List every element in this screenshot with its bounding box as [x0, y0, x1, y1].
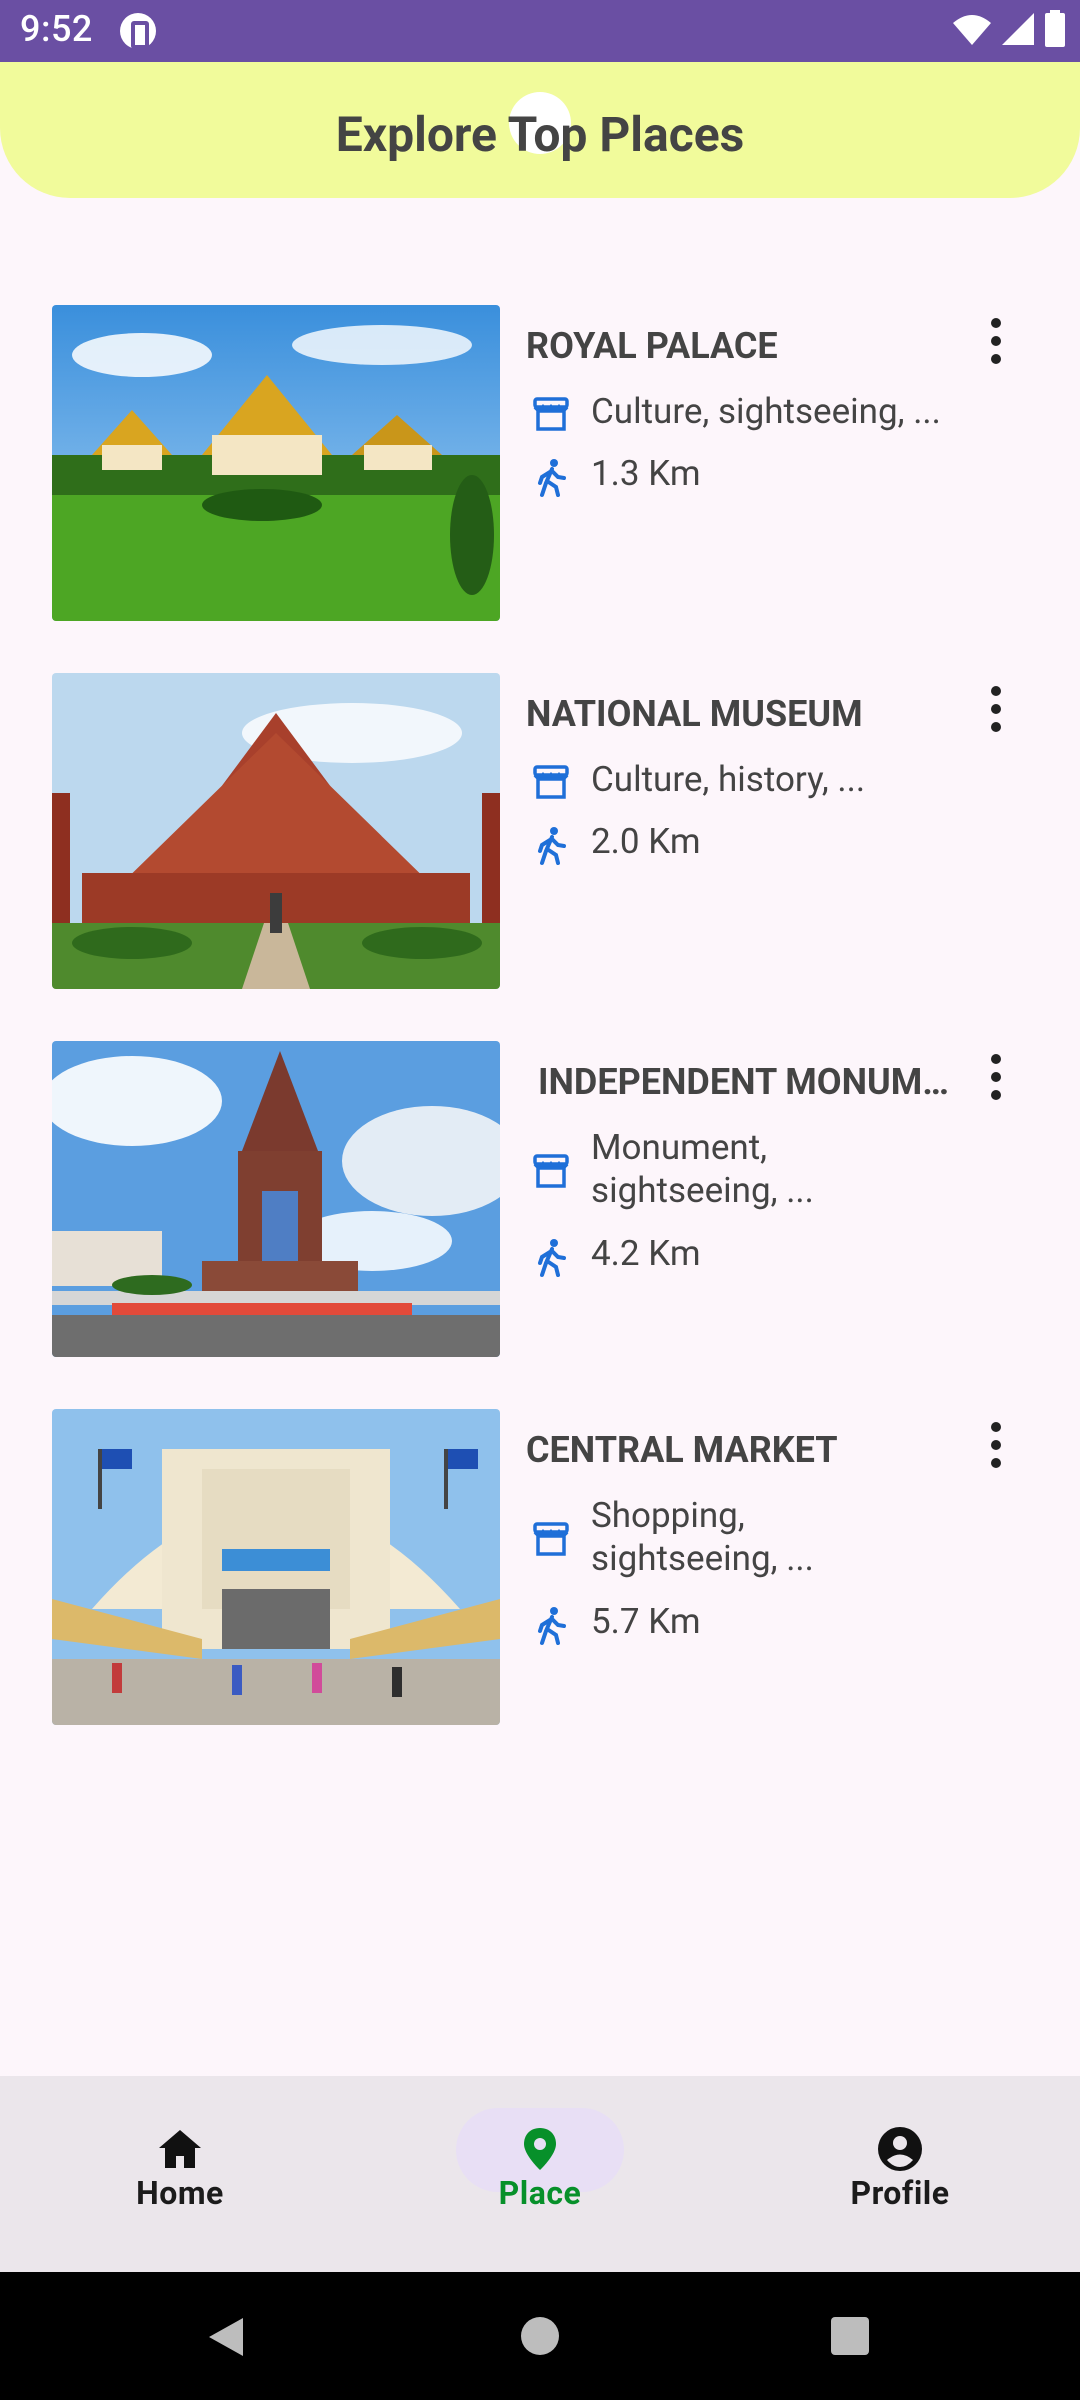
account-circle-icon	[878, 2127, 922, 2171]
place-distance: 1.3 Km	[591, 453, 701, 494]
walking-icon	[538, 1607, 566, 1645]
more-options-icon[interactable]	[980, 1049, 1012, 1105]
bottom-navigation: Home Place Profile	[0, 2076, 1080, 2272]
store-icon	[533, 765, 569, 799]
status-time: 9:52	[20, 8, 93, 50]
central-market-photo[interactable]	[52, 1409, 500, 1725]
store-icon	[533, 397, 569, 431]
recents-button[interactable]	[830, 2316, 870, 2356]
location-pin-icon	[524, 2128, 556, 2170]
place-card[interactable]: CENTRAL MARKET Shopping, sightseeing, ..…	[0, 1409, 1080, 1729]
system-navigation-bar	[0, 2272, 1080, 2400]
walking-icon	[538, 459, 566, 497]
nav-item-profile[interactable]: Profile	[720, 2076, 1080, 2272]
status-icons	[952, 10, 1066, 48]
place-distance: 5.7 Km	[591, 1601, 701, 1642]
place-name: NATIONAL MUSEUM	[526, 693, 863, 735]
store-icon	[533, 1154, 569, 1188]
place-name: CENTRAL MARKET	[526, 1429, 838, 1471]
more-options-icon[interactable]	[980, 681, 1012, 737]
place-distance: 2.0 Km	[591, 821, 701, 862]
store-icon	[533, 1522, 569, 1556]
place-card[interactable]: NATIONAL MUSEUM Culture, history, ... 2.…	[0, 673, 1080, 993]
nav-item-home[interactable]: Home	[0, 2076, 360, 2272]
royal-palace-photo[interactable]	[52, 305, 500, 621]
national-museum-photo[interactable]	[52, 673, 500, 989]
place-distance: 4.2 Km	[591, 1233, 701, 1274]
wifi-icon	[953, 15, 991, 45]
nav-item-place[interactable]: Place	[360, 2076, 720, 2272]
app-badge-icon	[120, 13, 156, 49]
home-icon	[159, 2130, 201, 2168]
home-button[interactable]	[520, 2316, 560, 2356]
walking-icon	[538, 827, 566, 865]
status-bar: 9:52	[0, 0, 1080, 62]
place-card[interactable]: ROYAL PALACE Culture, sightseeing, ... 1…	[0, 305, 1080, 625]
nav-label-home: Home	[136, 2174, 224, 2212]
more-options-icon[interactable]	[980, 1417, 1012, 1473]
place-tags: Shopping, sightseeing, ...	[591, 1495, 814, 1579]
place-name: ROYAL PALACE	[526, 325, 778, 367]
place-tags: Culture, history, ...	[591, 759, 866, 800]
back-button[interactable]	[205, 2316, 245, 2358]
walking-icon	[538, 1239, 566, 1277]
app-root: 9:52 Explore Top Places ROYAL PALACE Cul…	[0, 0, 1080, 2400]
app-header: Explore Top Places	[0, 62, 1080, 198]
more-options-icon[interactable]	[980, 313, 1012, 369]
nav-label-profile: Profile	[850, 2174, 950, 2212]
place-card[interactable]: INDEPENDENT MONUMENT Monument, sightseei…	[0, 1041, 1080, 1361]
signal-icon	[1002, 13, 1034, 45]
page-title: Explore Top Places	[335, 106, 745, 163]
place-name: INDEPENDENT MONUMENT	[538, 1061, 958, 1103]
place-tags: Monument, sightseeing, ...	[591, 1127, 814, 1211]
independence-monument-photo[interactable]	[52, 1041, 500, 1357]
nav-label-place: Place	[498, 2174, 582, 2212]
place-tags: Culture, sightseeing, ...	[591, 391, 941, 432]
battery-icon	[1045, 10, 1065, 47]
